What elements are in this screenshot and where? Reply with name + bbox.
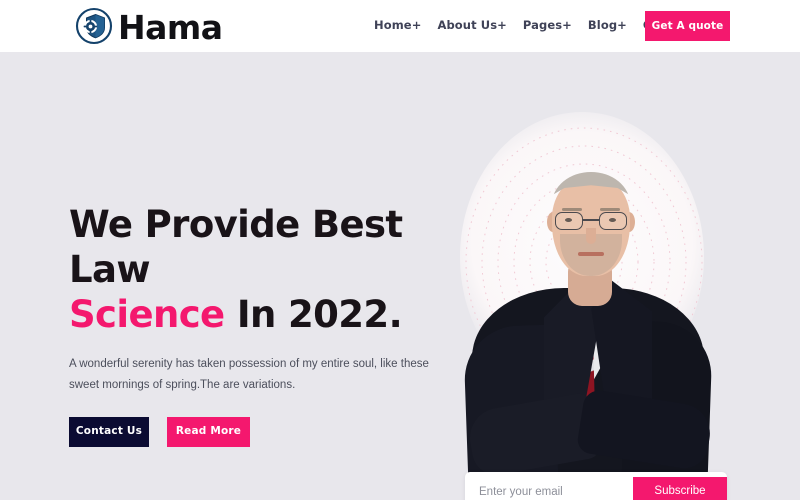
hero-buttons: Contact Us Read More [69,416,449,447]
email-field[interactable] [470,477,633,500]
read-more-button[interactable]: Read More [167,416,250,447]
nav-item-blog[interactable]: Blog+ [588,20,627,32]
site-header: Hama Home+ About Us+ Pages+ Blog+ Contac… [0,0,800,52]
hero-image [440,102,760,500]
hero-paragraph: A wonderful serenity has taken possessio… [69,358,429,391]
hero-copy: We Provide Best Law Science In 2022. A w… [69,202,449,447]
businessman-portrait [440,102,760,500]
brand-name: Hama [118,7,223,47]
contact-us-button[interactable]: Contact Us [69,416,149,447]
subscribe-form: Subscribe [465,472,727,500]
subscribe-button[interactable]: Subscribe [633,477,727,500]
hero-title-line1: We Provide Best Law [69,203,403,292]
brand-logo[interactable]: Hama [74,4,223,48]
nav-item-about-us[interactable]: About Us+ [437,20,506,32]
nav-item-home[interactable]: Home+ [374,20,421,32]
nav-item-pages[interactable]: Pages+ [523,20,572,32]
hero-title-accent: Science [69,293,225,337]
hero-title-line2: In 2022. [224,293,403,337]
get-a-quote-button[interactable]: Get A quote [645,11,730,41]
hero-section: We Provide Best Law Science In 2022. A w… [0,52,800,500]
page-title: We Provide Best Law Science In 2022. [69,202,449,337]
shield-gear-icon [74,6,114,46]
